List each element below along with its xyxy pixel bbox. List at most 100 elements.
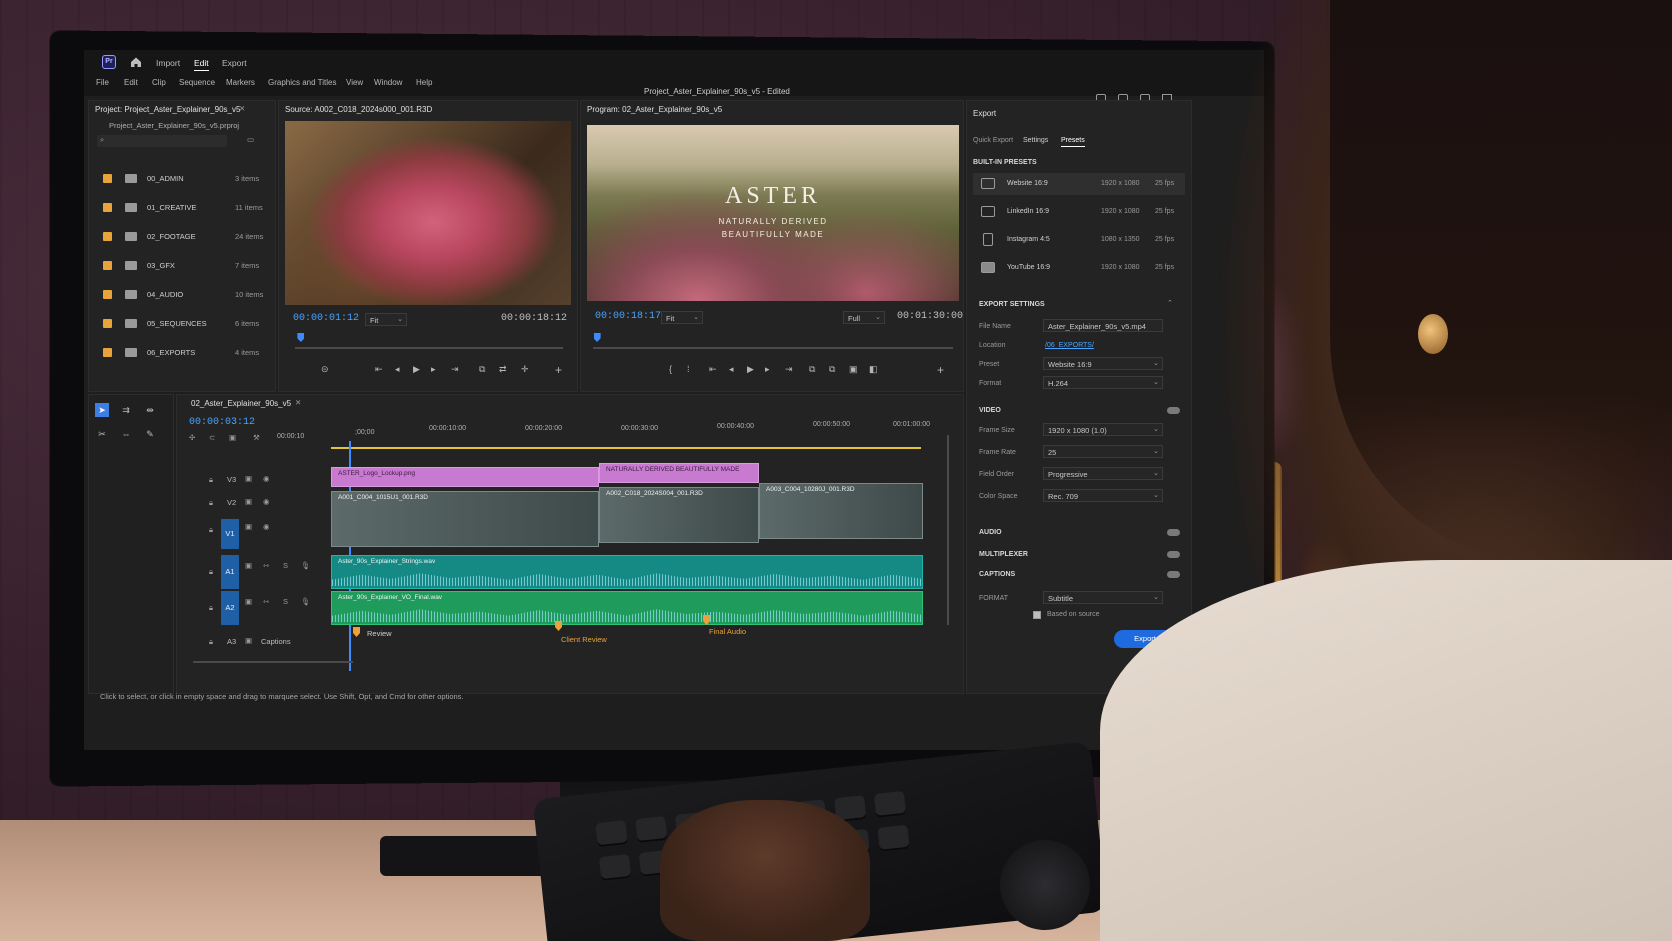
audio-section-heading[interactable]: AUDIO [979, 529, 1002, 536]
source-scrubber[interactable] [295, 347, 563, 349]
captions-toggle[interactable] [1167, 571, 1180, 578]
bin-item[interactable]: 04_AUDIO 10 items [103, 287, 263, 305]
sync-lock-icon[interactable]: ▣ [245, 522, 252, 531]
captions-track-icon[interactable]: ▣ [245, 636, 252, 645]
bin-item[interactable]: 00_ADMIN 3 items [103, 171, 263, 189]
source-playhead[interactable] [297, 333, 305, 342]
step-back-icon[interactable]: ◂ [729, 364, 734, 375]
home-icon[interactable] [130, 56, 142, 68]
insert-icon[interactable]: ⧉ [479, 364, 485, 375]
program-fit-dropdown[interactable]: Fit ⌄ [661, 311, 703, 324]
source-video-frame[interactable] [285, 121, 571, 305]
razor-tool-icon[interactable]: ✂ [95, 427, 109, 441]
timeline-vertical-scrollbar[interactable] [947, 435, 949, 625]
linked-selection-icon[interactable]: ⊂ [209, 433, 215, 442]
sync-lock-icon[interactable]: ▣ [245, 497, 252, 506]
menu-view[interactable]: View [346, 78, 363, 87]
ripple-edit-icon[interactable]: ⇹ [143, 403, 157, 417]
source-monitor-title[interactable]: Source: A002_C018_2024s000_001.R3D [285, 105, 432, 114]
mode-tab-export[interactable]: Export [222, 58, 247, 68]
search-input[interactable]: ⌕ [97, 135, 227, 147]
tab-presets[interactable]: Presets [1061, 137, 1085, 147]
snap-icon[interactable]: ✣ [189, 433, 195, 442]
program-timecode[interactable]: 00:00:18:17 [595, 311, 661, 322]
chevron-up-icon[interactable]: ⌃ [1167, 299, 1173, 307]
menu-sequence[interactable]: Sequence [179, 78, 215, 87]
slip-tool-icon[interactable]: ⇔ [119, 427, 133, 441]
video-section-heading[interactable]: VIDEO [979, 407, 1001, 414]
timeline-marker[interactable] [555, 621, 562, 631]
lock-icon[interactable]: 🔒︎ [209, 498, 213, 508]
source-timecode[interactable]: 00:00:01:12 [293, 313, 359, 324]
bin-item[interactable]: 01_CREATIVE 11 items [103, 200, 263, 218]
file-name-input[interactable]: Aster_Explainer_90s_v5.mp4 [1043, 319, 1163, 332]
lift-icon[interactable]: ⧉ [809, 364, 815, 375]
step-forward-icon[interactable]: ▸ [765, 364, 770, 375]
eye-icon[interactable]: ◉ [263, 474, 270, 483]
export-frame-icon[interactable]: ▣ [849, 364, 858, 375]
close-icon[interactable]: ✕ [239, 104, 245, 113]
sync-lock-icon[interactable]: ▣ [245, 561, 252, 570]
add-marker-icon[interactable]: ▣ [229, 433, 236, 442]
extract-icon[interactable]: ⧉ [829, 364, 835, 375]
bin-item[interactable]: 02_FOOTAGE 24 items [103, 229, 263, 247]
format-dropdown[interactable]: H.264 ⌄ [1043, 376, 1163, 389]
track-a2-label[interactable]: A2 [221, 591, 239, 625]
graphics-clip[interactable]: NATURALLY DERIVED BEAUTIFULLY MADE [599, 463, 759, 483]
color-space-dropdown[interactable]: Rec. 709 ⌄ [1043, 489, 1163, 502]
lock-icon[interactable]: 🔒︎ [209, 603, 213, 613]
program-monitor-title[interactable]: Program: 02_Aster_Explainer_90s_v5 [587, 105, 722, 114]
eye-icon[interactable]: ◉ [263, 497, 270, 506]
new-bin-icon[interactable]: ▭ [247, 135, 254, 144]
app-logo-icon[interactable]: Pr [102, 55, 116, 69]
step-forward-icon[interactable]: ▸ [431, 364, 436, 375]
microphone-icon[interactable]: 🎙︎ [301, 597, 311, 606]
voice-over-icon[interactable]: ⇿ [263, 597, 269, 606]
mode-tab-edit[interactable]: Edit [194, 58, 209, 71]
lock-icon[interactable]: 🔒︎ [209, 475, 213, 485]
sync-lock-icon[interactable]: ▣ [245, 474, 252, 483]
audio-clip[interactable]: Aster_90s_Explainer_VO_Final.wav [331, 591, 923, 625]
bin-item[interactable]: 06_EXPORTS 4 items [103, 345, 263, 363]
tab-settings[interactable]: Settings [1023, 137, 1048, 144]
bin-item[interactable]: 03_GFX 7 items [103, 258, 263, 276]
caption-format-dropdown[interactable]: Subtitle ⌄ [1043, 591, 1163, 604]
go-to-out-icon[interactable]: ⇥ [785, 364, 793, 375]
menu-file[interactable]: File [96, 78, 109, 87]
close-icon[interactable]: ✕ [295, 398, 301, 407]
go-to-in-icon[interactable]: ⇤ [375, 364, 383, 375]
play-icon[interactable]: ▶ [413, 364, 420, 375]
add-icon[interactable]: + [555, 363, 562, 377]
playback-resolution-dropdown[interactable]: Full ⌄ [843, 311, 885, 324]
program-video-frame[interactable]: ASTER NATURALLY DERIVED BEAUTIFULLY MADE [587, 125, 959, 301]
graphics-clip[interactable]: ASTER_Logo_Lockup.png [331, 467, 599, 487]
voice-over-icon[interactable]: ⇿ [263, 561, 269, 570]
eye-icon[interactable]: ◉ [263, 522, 270, 531]
multiplexer-toggle[interactable] [1167, 551, 1180, 558]
microphone-icon[interactable]: 🎙︎ [301, 561, 311, 570]
pen-tool-icon[interactable]: ✎ [143, 427, 157, 441]
add-icon[interactable]: + [937, 363, 944, 377]
solo-button[interactable]: S [283, 597, 288, 606]
selection-tool-icon[interactable]: ➤ [95, 403, 109, 417]
menu-edit[interactable]: Edit [124, 78, 138, 87]
menu-help[interactable]: Help [416, 78, 432, 87]
tab-quick-export[interactable]: Quick Export [973, 137, 1013, 144]
audio-clip[interactable]: Aster_90s_Explainer_Strings.wav [331, 555, 923, 589]
solo-button[interactable]: S [283, 561, 288, 570]
mark-out-icon[interactable]: ⁞ [687, 364, 690, 374]
bin-item[interactable]: 05_SEQUENCES 6 items [103, 316, 263, 334]
preset-item[interactable]: YouTube 16:9 1920 x 1080 25 fps [973, 257, 1185, 279]
project-panel-title[interactable]: Project: Project_Aster_Explainer_90s_v5 [95, 105, 240, 114]
source-fit-dropdown[interactable]: Fit ⌄ [365, 313, 407, 326]
menu-graphics-and-titles[interactable]: Graphics and Titles [268, 78, 336, 87]
menu-window[interactable]: Window [374, 78, 402, 87]
overwrite-icon[interactable]: ⇄ [499, 364, 507, 375]
frame-rate-dropdown[interactable]: 25 ⌄ [1043, 445, 1163, 458]
mode-tab-import[interactable]: Import [156, 58, 180, 68]
marker-icon[interactable]: ⊝ [321, 364, 329, 375]
lock-icon[interactable]: 🔒︎ [209, 637, 213, 647]
export-settings-heading[interactable]: EXPORT SETTINGS [979, 301, 1045, 308]
audio-toggle[interactable] [1167, 529, 1180, 536]
preset-item[interactable]: Instagram 4:5 1080 x 1350 25 fps [973, 229, 1185, 251]
